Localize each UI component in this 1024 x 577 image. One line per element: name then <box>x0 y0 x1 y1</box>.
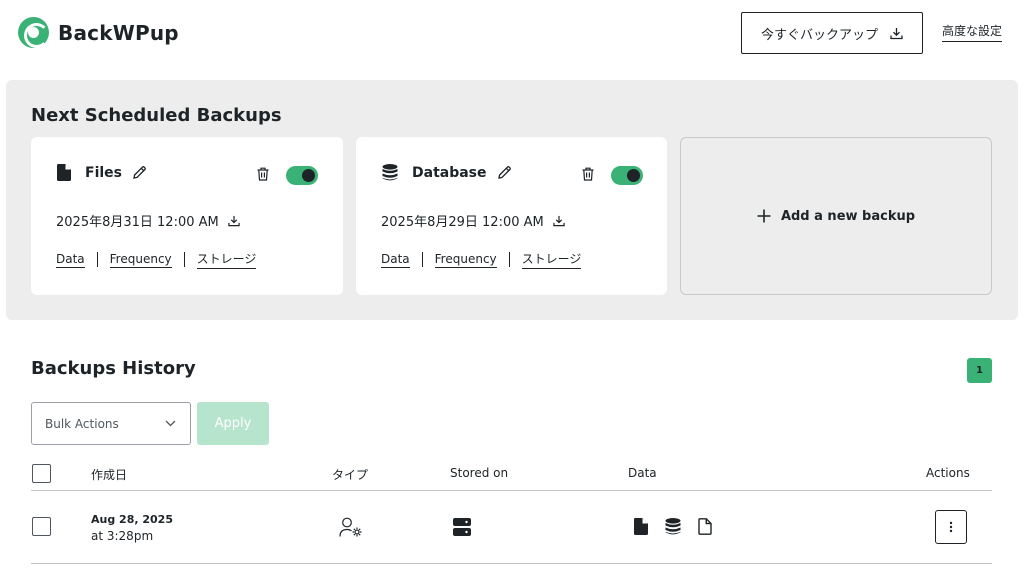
backup-now-label: 今すぐバックアップ <box>760 27 878 43</box>
pagination-page[interactable]: 1 <box>967 358 992 383</box>
database-icon <box>665 518 681 535</box>
divider <box>508 252 510 267</box>
divider <box>183 252 185 267</box>
add-new-backup-label: Add a new backup <box>780 208 916 224</box>
bulk-actions-select[interactable]: Bulk Actions <box>31 402 191 445</box>
table-row-divider <box>31 563 992 564</box>
file-icon <box>57 164 71 181</box>
column-header-data: Data <box>628 466 657 480</box>
backup-now-button[interactable]: 今すぐバックアップ <box>741 12 923 54</box>
edit-pencil-icon[interactable] <box>132 165 147 180</box>
trash-icon[interactable] <box>257 167 269 181</box>
column-header-type: タイプ <box>332 468 369 482</box>
more-vertical-icon <box>949 521 953 533</box>
next-run-date-text: 2025年8月31日 12:00 AM <box>56 215 219 230</box>
divider <box>421 252 423 267</box>
toggle-knob <box>302 169 315 182</box>
chevron-down-icon <box>165 420 176 427</box>
row-checkbox[interactable] <box>32 517 51 536</box>
trash-icon[interactable] <box>582 167 594 181</box>
database-backup-card: Database 2025年8月29日 12:00 AM Data Freque… <box>356 137 667 295</box>
download-icon[interactable] <box>228 215 240 227</box>
data-link[interactable]: Data <box>56 252 85 268</box>
logo[interactable]: BackWPup <box>18 17 179 48</box>
download-icon[interactable] <box>553 215 565 227</box>
files-backup-card: Files 2025年8月31日 12:00 AM Data Frequency… <box>31 137 343 295</box>
column-header-stored-on: Stored on <box>450 466 509 480</box>
advanced-settings-link[interactable]: 高度な設定 <box>942 22 1003 42</box>
scheduled-backups-panel: Next Scheduled Backups Files 2025年8月31日 … <box>6 80 1018 320</box>
add-new-backup-button[interactable]: Add a new backup <box>680 137 992 295</box>
next-run-date: 2025年8月31日 12:00 AM <box>56 211 240 230</box>
select-all-checkbox[interactable] <box>32 464 51 483</box>
next-run-date-text: 2025年8月29日 12:00 AM <box>381 215 544 230</box>
enable-toggle-files[interactable] <box>286 166 318 185</box>
backwpup-logo-icon <box>18 17 49 48</box>
download-icon <box>890 27 903 39</box>
card-name-database: Database <box>412 164 487 181</box>
card-links: Data Frequency ストレージ <box>56 250 257 269</box>
row-date-text: Aug 28, 2025 <box>91 513 173 526</box>
enable-toggle-database[interactable] <box>611 166 643 185</box>
storage-link[interactable]: ストレージ <box>196 250 257 269</box>
bulk-actions-label: Bulk Actions <box>45 416 119 431</box>
user-gear-icon <box>339 517 362 537</box>
column-header-date[interactable]: 作成日 <box>91 466 127 483</box>
logo-text: BackWPup <box>58 20 179 45</box>
card-links: Data Frequency ストレージ <box>381 250 582 269</box>
apply-button[interactable]: Apply <box>197 402 269 445</box>
plus-icon <box>757 209 771 223</box>
table-header-divider <box>31 490 992 491</box>
file-icon <box>634 518 648 535</box>
card-name-files: Files <box>85 164 122 181</box>
header: BackWPup 今すぐバックアップ 高度な設定 <box>0 0 1024 72</box>
server-icon <box>453 518 471 536</box>
file-outline-icon <box>698 518 712 535</box>
storage-link[interactable]: ストレージ <box>521 250 582 269</box>
divider <box>96 252 98 267</box>
database-icon <box>382 164 398 181</box>
next-run-date: 2025年8月29日 12:00 AM <box>381 211 565 230</box>
frequency-link[interactable]: Frequency <box>434 252 497 268</box>
row-time-text: at 3:28pm <box>91 529 154 543</box>
scheduled-title: Next Scheduled Backups <box>31 105 282 126</box>
history-title: Backups History <box>31 358 196 379</box>
table-row-date: Aug 28, 2025 at 3:28pm <box>91 512 173 544</box>
column-header-actions: Actions <box>926 466 970 480</box>
frequency-link[interactable]: Frequency <box>109 252 172 268</box>
row-actions-button[interactable] <box>935 510 967 544</box>
toggle-knob <box>627 169 640 182</box>
edit-pencil-icon[interactable] <box>497 165 512 180</box>
data-link[interactable]: Data <box>381 252 410 268</box>
